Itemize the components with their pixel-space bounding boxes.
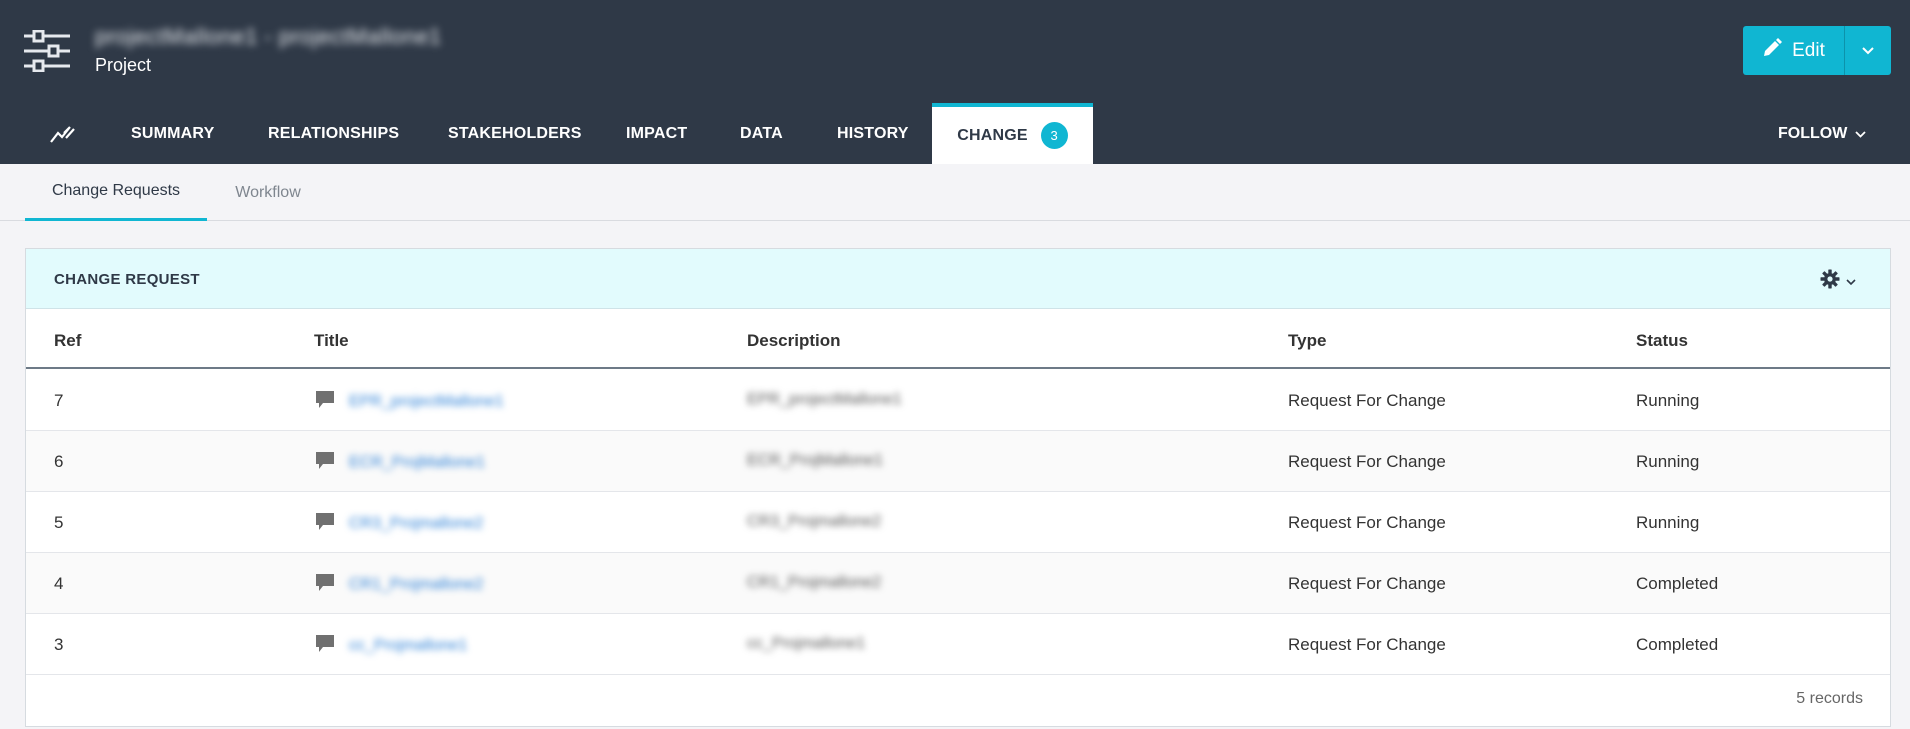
row-type: Request For Change bbox=[1288, 391, 1446, 410]
row-type: Request For Change bbox=[1288, 513, 1446, 532]
comment-icon[interactable] bbox=[315, 451, 335, 475]
row-title-link[interactable]: cc_Projmallone1 bbox=[349, 637, 467, 655]
edit-dropdown-button[interactable] bbox=[1844, 26, 1891, 75]
follow-button[interactable]: FOLLOW bbox=[1778, 103, 1866, 164]
subtab-workflow[interactable]: Workflow bbox=[207, 164, 329, 221]
row-title-cell: CR3_Projmallone2 bbox=[315, 512, 483, 536]
edit-button-group: Edit bbox=[1743, 26, 1891, 75]
row-ref: 7 bbox=[54, 391, 64, 410]
comment-icon[interactable] bbox=[315, 512, 335, 536]
follow-label: FOLLOW bbox=[1778, 124, 1848, 142]
tab-impact[interactable]: IMPACT bbox=[626, 103, 687, 164]
record-count: 5 records bbox=[1796, 690, 1863, 707]
comment-icon[interactable] bbox=[315, 573, 335, 597]
row-title-link[interactable]: CR1_Projmallone2 bbox=[349, 576, 483, 594]
row-description: EPR_projectMallone1 bbox=[747, 391, 902, 408]
tab-summary[interactable]: SUMMARY bbox=[131, 103, 214, 164]
column-header-type[interactable]: Type bbox=[1288, 331, 1326, 351]
project-type: Project bbox=[95, 55, 152, 75]
row-ref: 6 bbox=[54, 452, 64, 471]
table-row[interactable]: 3 cc_Projmallone1 cc_Projmallone1 Reques… bbox=[26, 614, 1890, 675]
tab-relationships[interactable]: RELATIONSHIPS bbox=[268, 103, 399, 164]
comment-icon[interactable] bbox=[315, 634, 335, 658]
row-ref: 4 bbox=[54, 574, 64, 593]
row-type: Request For Change bbox=[1288, 574, 1446, 593]
change-request-panel: CHANGE REQUEST Ref Title Description Typ… bbox=[25, 248, 1891, 727]
row-status: Running bbox=[1636, 391, 1700, 410]
row-title-cell: ECR_ProjMallone1 bbox=[315, 451, 485, 475]
main-nav: SUMMARY RELATIONSHIPS STAKEHOLDERS IMPAC… bbox=[0, 103, 1910, 164]
tab-change[interactable]: CHANGE 3 bbox=[932, 103, 1093, 164]
sub-tabs: Change Requests Workflow bbox=[0, 164, 1910, 221]
sliders-icon bbox=[24, 30, 70, 72]
row-title-cell: CR1_Projmallone2 bbox=[315, 573, 483, 597]
table-header: Ref Title Description Type Status bbox=[26, 310, 1890, 369]
panel-title: CHANGE REQUEST bbox=[54, 271, 200, 288]
tab-history[interactable]: HISTORY bbox=[837, 103, 909, 164]
row-status: Running bbox=[1636, 452, 1700, 471]
tab-change-label: CHANGE bbox=[957, 126, 1028, 144]
chevron-down-icon bbox=[1862, 43, 1874, 58]
row-title-cell: cc_Projmallone1 bbox=[315, 634, 467, 658]
gear-icon bbox=[1820, 269, 1840, 294]
tab-stakeholders[interactable]: STAKEHOLDERS bbox=[448, 103, 582, 164]
project-title: projectMallone1 - projectMallone1 bbox=[95, 24, 442, 49]
table-row[interactable]: 6 ECR_ProjMallone1 ECR_ProjMallone1 Requ… bbox=[26, 431, 1890, 492]
tab-data[interactable]: DATA bbox=[740, 103, 783, 164]
row-ref: 3 bbox=[54, 635, 64, 654]
activity-chart-icon[interactable] bbox=[50, 103, 80, 164]
settings-menu-button[interactable] bbox=[1820, 269, 1856, 294]
row-title-cell: EPR_projectMallone1 bbox=[315, 390, 504, 414]
edit-button-label: Edit bbox=[1792, 39, 1825, 61]
row-title-link[interactable]: ECR_ProjMallone1 bbox=[349, 454, 485, 472]
comment-icon[interactable] bbox=[315, 390, 335, 414]
row-title-link[interactable]: EPR_projectMallone1 bbox=[349, 393, 504, 411]
row-status: Completed bbox=[1636, 574, 1719, 593]
row-type: Request For Change bbox=[1288, 452, 1446, 471]
table-row[interactable]: 7 EPR_projectMallone1 EPR_projectMallone… bbox=[26, 370, 1890, 431]
row-title-link[interactable]: CR3_Projmallone2 bbox=[349, 515, 483, 533]
change-count-badge: 3 bbox=[1040, 122, 1068, 149]
row-description: cc_Projmallone1 bbox=[747, 635, 866, 652]
table-row[interactable]: 5 CR3_Projmallone2 CR3_Projmallone2 Requ… bbox=[26, 492, 1890, 553]
chevron-down-icon bbox=[1846, 273, 1856, 291]
subtab-change-requests[interactable]: Change Requests bbox=[25, 164, 207, 221]
row-description: CR3_Projmallone2 bbox=[747, 513, 882, 530]
row-type: Request For Change bbox=[1288, 635, 1446, 654]
column-header-ref[interactable]: Ref bbox=[54, 331, 81, 351]
edit-button[interactable]: Edit bbox=[1743, 26, 1844, 75]
column-header-status[interactable]: Status bbox=[1636, 331, 1688, 351]
row-description: CR1_Projmallone2 bbox=[747, 574, 882, 591]
row-ref: 5 bbox=[54, 513, 64, 532]
row-status: Completed bbox=[1636, 635, 1719, 654]
column-header-description[interactable]: Description bbox=[747, 331, 841, 351]
column-header-title[interactable]: Title bbox=[314, 331, 349, 351]
chevron-down-icon bbox=[1855, 125, 1866, 143]
row-status: Running bbox=[1636, 513, 1700, 532]
pencil-icon bbox=[1762, 37, 1783, 64]
app-header: projectMallone1 - projectMallone1 Projec… bbox=[0, 0, 1910, 164]
row-description: ECR_ProjMallone1 bbox=[747, 452, 884, 469]
panel-header: CHANGE REQUEST bbox=[26, 249, 1890, 309]
table-row[interactable]: 4 CR1_Projmallone2 CR1_Projmallone2 Requ… bbox=[26, 553, 1890, 614]
